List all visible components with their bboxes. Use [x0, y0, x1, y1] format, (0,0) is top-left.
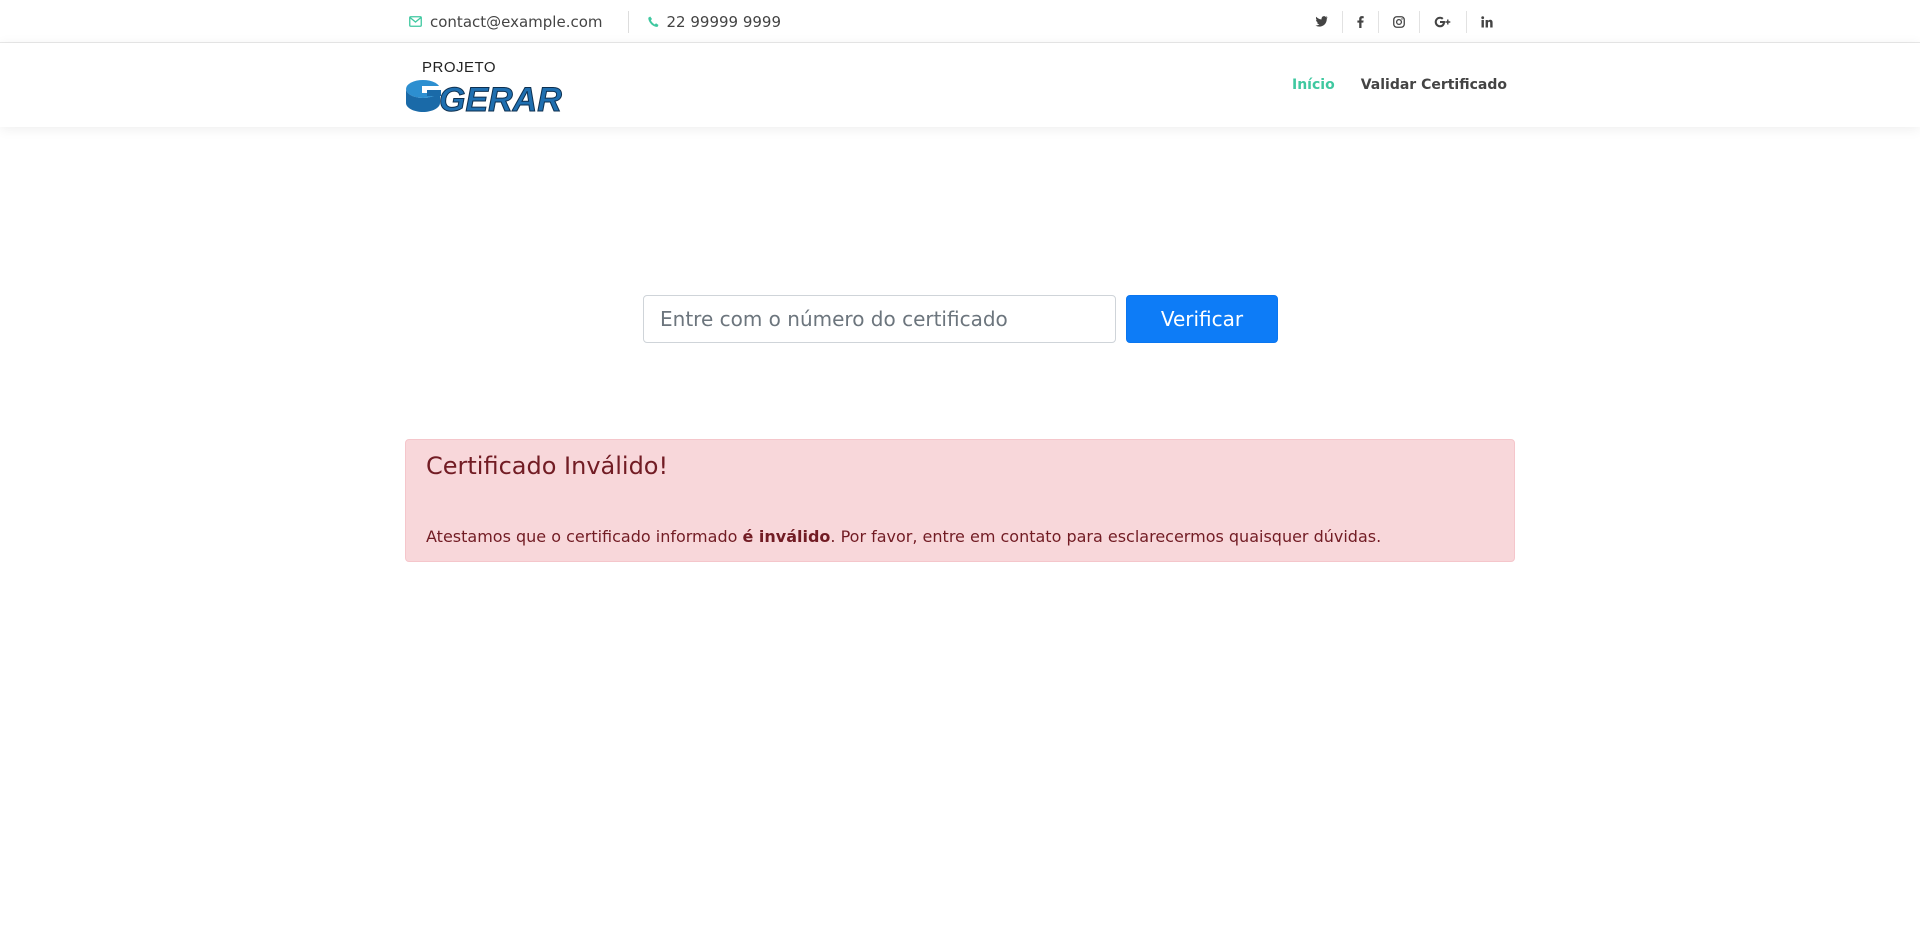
twitter-link[interactable]: [1301, 11, 1342, 33]
phone-icon: [647, 16, 658, 27]
alert-message-suffix: . Por favor, entre em contato para escla…: [830, 527, 1382, 546]
facebook-icon: [1357, 15, 1364, 28]
linkedin-icon: [1481, 15, 1493, 27]
twitter-icon: [1315, 16, 1328, 27]
instagram-link[interactable]: [1378, 10, 1419, 33]
nav-item-inicio[interactable]: Início: [1292, 77, 1335, 93]
social-links: [1301, 0, 1507, 43]
linkedin-link[interactable]: [1466, 10, 1507, 33]
svg-text:GERAR: GERAR: [439, 81, 562, 119]
top-bar: contact@example.com 22 99999 9999: [0, 0, 1920, 43]
email-text: contact@example.com: [430, 12, 603, 31]
facebook-link[interactable]: [1342, 10, 1378, 33]
main-nav: Início Validar Certificado: [1266, 43, 1507, 127]
alert-message: Atestamos que o certificado informado é …: [426, 527, 1381, 546]
alert-title: Certificado Inválido!: [426, 452, 669, 480]
certificate-search-form: Verificar: [643, 295, 1278, 343]
phone-text: 22 99999 9999: [666, 12, 782, 31]
phone-contact[interactable]: 22 99999 9999: [647, 12, 782, 31]
nav-item-validar-certificado[interactable]: Validar Certificado: [1361, 77, 1507, 93]
alert-message-prefix: Atestamos que o certificado informado: [426, 527, 743, 546]
instagram-icon: [1393, 15, 1405, 28]
certificate-number-input[interactable]: [643, 295, 1116, 343]
invalid-certificate-alert: Certificado Inválido! Atestamos que o ce…: [405, 439, 1515, 562]
google-plus-icon: [1434, 16, 1451, 27]
projeto-gerar-logo[interactable]: PROJETO GERAR: [405, 59, 573, 119]
email-contact[interactable]: contact@example.com: [409, 13, 603, 31]
contact-divider: [627, 10, 629, 33]
contact-info: contact@example.com 22 99999 9999: [409, 0, 781, 43]
alert-message-bold: é inválido: [742, 527, 831, 546]
envelope-icon: [409, 16, 422, 27]
logo-graphic: GERAR: [406, 80, 563, 119]
verify-button[interactable]: Verificar: [1126, 295, 1278, 343]
google-plus-link[interactable]: [1419, 10, 1466, 33]
site-header: PROJETO GERAR Início Validar Certificado: [0, 43, 1920, 127]
